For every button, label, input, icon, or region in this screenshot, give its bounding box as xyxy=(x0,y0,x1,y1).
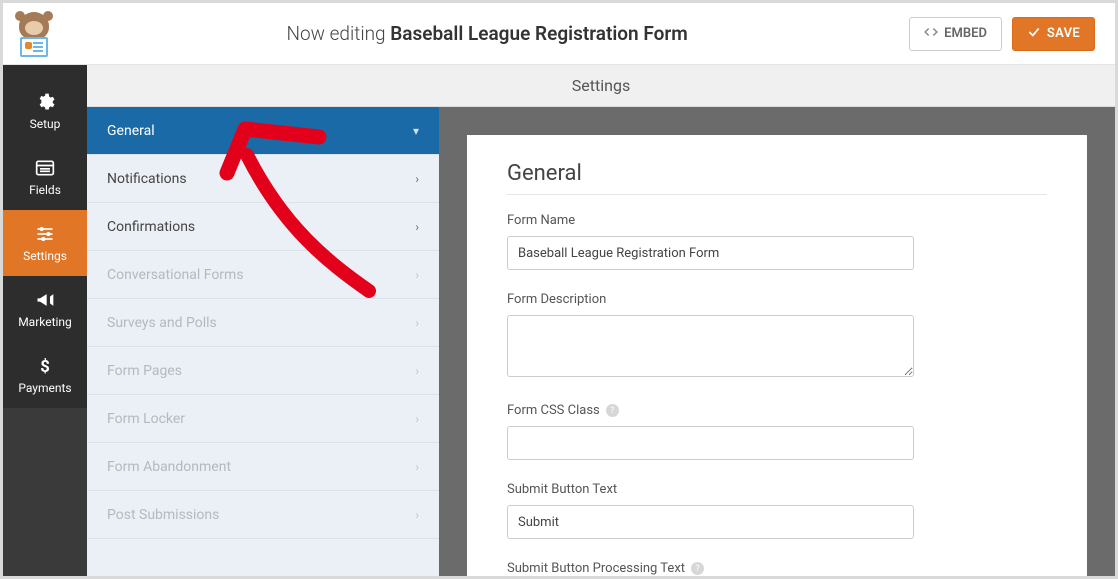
chevron-right-icon: › xyxy=(415,412,419,426)
embed-button[interactable]: EMBED xyxy=(909,17,1002,51)
panel-item-label: Form Abandonment xyxy=(107,459,231,475)
header: Now editing Baseball League Registration… xyxy=(3,3,1115,65)
panel-item-label: Form Locker xyxy=(107,411,185,427)
panel-item-label: Conversational Forms xyxy=(107,267,244,283)
panel-item-label: Form Pages xyxy=(107,363,182,379)
field-form-css-class: Form CSS Class? xyxy=(507,403,1047,460)
sidebar-item-label: Settings xyxy=(23,249,67,263)
submit-text-input[interactable] xyxy=(507,505,914,539)
code-icon xyxy=(924,25,938,43)
help-icon[interactable]: ? xyxy=(606,404,619,417)
field-label: Form CSS Class? xyxy=(507,403,1047,418)
gear-icon xyxy=(34,91,56,113)
sidebar: Setup Fields Settings Marketing $ Payments xyxy=(3,65,87,576)
sidebar-item-settings[interactable]: Settings xyxy=(3,210,87,276)
editing-prefix: Now editing xyxy=(286,22,385,45)
chevron-right-icon: › xyxy=(415,220,419,234)
sidebar-item-label: Marketing xyxy=(18,315,72,329)
settings-panel: General▾Notifications›Confirmations›Conv… xyxy=(87,107,439,576)
panel-item-surveys-and-polls: Surveys and Polls › xyxy=(87,299,439,347)
chevron-right-icon: › xyxy=(415,460,419,474)
chevron-down-icon: ▾ xyxy=(413,124,419,138)
field-label: Form Description xyxy=(507,292,1047,307)
panel-item-confirmations[interactable]: Confirmations › xyxy=(87,203,439,251)
chevron-right-icon: › xyxy=(415,172,419,186)
panel-item-general[interactable]: General ▾ xyxy=(87,107,439,155)
field-form-name: Form Name xyxy=(507,213,1047,270)
sidebar-item-payments[interactable]: $ Payments xyxy=(3,342,87,408)
panel-item-label: Notifications xyxy=(107,171,187,187)
sidebar-item-label: Setup xyxy=(30,117,61,131)
save-button[interactable]: SAVE xyxy=(1012,17,1095,51)
panel-item-notifications[interactable]: Notifications › xyxy=(87,155,439,203)
panel-item-label: General xyxy=(107,123,155,139)
field-submit-text: Submit Button Text xyxy=(507,482,1047,539)
settings-header-bar: Settings xyxy=(87,65,1115,107)
form-description-input[interactable] xyxy=(507,315,914,377)
app-logo xyxy=(3,11,65,57)
form-title: Baseball League Registration Form xyxy=(390,22,687,45)
panel-item-form-abandonment: Form Abandonment › xyxy=(87,443,439,491)
sidebar-item-fields[interactable]: Fields xyxy=(3,144,87,210)
chevron-right-icon: › xyxy=(415,364,419,378)
svg-text:$: $ xyxy=(40,358,50,376)
chevron-right-icon: › xyxy=(415,508,419,522)
field-form-description: Form Description xyxy=(507,292,1047,381)
form-css-class-input[interactable] xyxy=(507,426,914,460)
panel-item-form-locker: Form Locker › xyxy=(87,395,439,443)
sliders-icon xyxy=(34,223,56,245)
content-heading: General xyxy=(507,161,1047,186)
form-name-input[interactable] xyxy=(507,236,914,270)
dollar-icon: $ xyxy=(34,355,56,377)
page-title: Now editing Baseball League Registration… xyxy=(65,22,909,45)
panel-item-label: Post Submissions xyxy=(107,507,219,523)
chevron-right-icon: › xyxy=(415,316,419,330)
sidebar-item-marketing[interactable]: Marketing xyxy=(3,276,87,342)
field-submit-processing: Submit Button Processing Text? xyxy=(507,561,1047,576)
sidebar-item-label: Fields xyxy=(29,183,61,197)
chevron-right-icon: › xyxy=(415,268,419,282)
panel-item-post-submissions: Post Submissions › xyxy=(87,491,439,539)
content-area: General Form Name Form Description Form CS… xyxy=(467,135,1087,576)
field-label: Form Name xyxy=(507,213,1047,228)
panel-item-label: Confirmations xyxy=(107,219,195,235)
panel-item-form-pages: Form Pages › xyxy=(87,347,439,395)
sidebar-item-label: Payments xyxy=(18,381,71,395)
help-icon[interactable]: ? xyxy=(691,562,704,575)
bullhorn-icon xyxy=(34,289,56,311)
panel-item-label: Surveys and Polls xyxy=(107,315,217,331)
field-label: Submit Button Text xyxy=(507,482,1047,497)
check-icon xyxy=(1027,25,1041,43)
field-label: Submit Button Processing Text? xyxy=(507,561,1047,576)
sidebar-item-setup[interactable]: Setup xyxy=(3,78,87,144)
panel-item-conversational-forms: Conversational Forms › xyxy=(87,251,439,299)
list-icon xyxy=(34,157,56,179)
